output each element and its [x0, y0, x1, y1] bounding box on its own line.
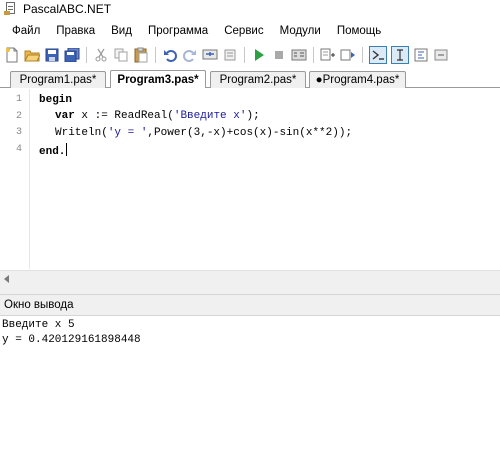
line-number: 3 [15, 127, 22, 138]
horizontal-scrollbar[interactable] [0, 270, 500, 286]
string-literal: 'Введите x' [173, 110, 247, 122]
menu-edit[interactable]: Правка [48, 25, 103, 37]
code-line-3: Writeln('y = ',Power(3,-x)+cos(x)-sin(x*… [55, 127, 352, 139]
line-number: 2 [15, 111, 22, 122]
menu-modules[interactable]: Модули [272, 25, 329, 37]
toolbar [0, 43, 500, 67]
tab-program2[interactable]: Program2.pas* [210, 71, 306, 88]
toolbar-separator [155, 47, 156, 63]
code-text: ,Power(3,-x)+cos(x)-sin(x**2)); [147, 127, 353, 139]
new-file-icon[interactable] [4, 47, 20, 63]
code-text: x := ReadReal( [74, 110, 174, 122]
menu-view[interactable]: Вид [103, 25, 140, 37]
output-window-icon[interactable] [369, 46, 387, 64]
code-text: Writeln( [55, 127, 108, 139]
search-icon[interactable] [222, 47, 238, 63]
title-bar: PascalABC.NET [0, 0, 500, 18]
toolbar-separator [244, 47, 245, 63]
panel-splitter[interactable] [0, 286, 500, 294]
scroll-left-arrow-icon[interactable] [4, 275, 9, 283]
code-line-2: var x := ReadReal('Введите x'); [55, 110, 260, 122]
debug-icon[interactable] [320, 47, 336, 63]
menu-help[interactable]: Помощь [329, 25, 389, 37]
output-line: Введите x 5 [2, 319, 75, 331]
compile-icon[interactable] [291, 47, 307, 63]
keyword-var: var [55, 110, 75, 122]
gutter-divider [29, 89, 30, 269]
code-line-4: end. [39, 143, 68, 158]
menu-program[interactable]: Программа [140, 25, 216, 37]
tab-program1[interactable]: Program1.pas* [10, 71, 106, 88]
undo-icon[interactable] [162, 47, 178, 63]
pascalabc-app-icon [4, 2, 18, 16]
line-number-gutter: 1 2 3 4 [0, 89, 30, 269]
copy-icon[interactable] [113, 47, 129, 63]
code-text: ); [246, 110, 260, 122]
keyword-end: end. [39, 146, 66, 158]
output-panel[interactable]: Введите x 5 y = 0.420129161898448 [0, 316, 500, 456]
code-editor[interactable]: 1 2 3 4 begin var x := ReadReal('Введите… [0, 89, 500, 269]
save-icon[interactable] [44, 47, 60, 63]
step-icon[interactable] [340, 47, 356, 63]
cut-icon[interactable] [93, 47, 109, 63]
keyword-begin: begin [39, 94, 73, 106]
toolbar-separator [313, 47, 314, 63]
output-panel-title: Окно вывода [4, 299, 74, 311]
format-icon[interactable] [413, 47, 429, 63]
stop-icon[interactable] [271, 47, 287, 63]
settings-icon[interactable] [433, 47, 449, 63]
text-input-icon[interactable] [391, 46, 409, 64]
code-line-1: begin [39, 94, 72, 106]
open-folder-icon[interactable] [24, 47, 40, 63]
tab-program4[interactable]: ●Program4.pas* [309, 71, 406, 88]
text-caret [66, 143, 68, 156]
output-line: y = 0.420129161898448 [2, 334, 141, 346]
redo-icon[interactable] [182, 47, 198, 63]
menu-service[interactable]: Сервис [216, 25, 271, 37]
menu-file[interactable]: Файл [0, 25, 48, 37]
paste-icon[interactable] [133, 47, 149, 63]
find-icon[interactable] [202, 47, 218, 63]
toolbar-separator [362, 47, 363, 63]
save-all-icon[interactable] [64, 47, 80, 63]
line-number: 1 [15, 94, 22, 105]
tab-bar: Program1.pas* Program3.pas* Program2.pas… [0, 68, 500, 88]
line-number: 4 [15, 144, 22, 155]
output-panel-header: Окно вывода [0, 294, 500, 316]
menu-bar: Файл Правка Вид Программа Сервис Модули … [0, 22, 500, 40]
toolbar-separator [86, 47, 87, 63]
tab-program3[interactable]: Program3.pas* [110, 70, 206, 88]
window-title: PascalABC.NET [23, 2, 112, 16]
run-icon[interactable] [251, 47, 267, 63]
string-literal: 'y = ' [107, 127, 148, 139]
